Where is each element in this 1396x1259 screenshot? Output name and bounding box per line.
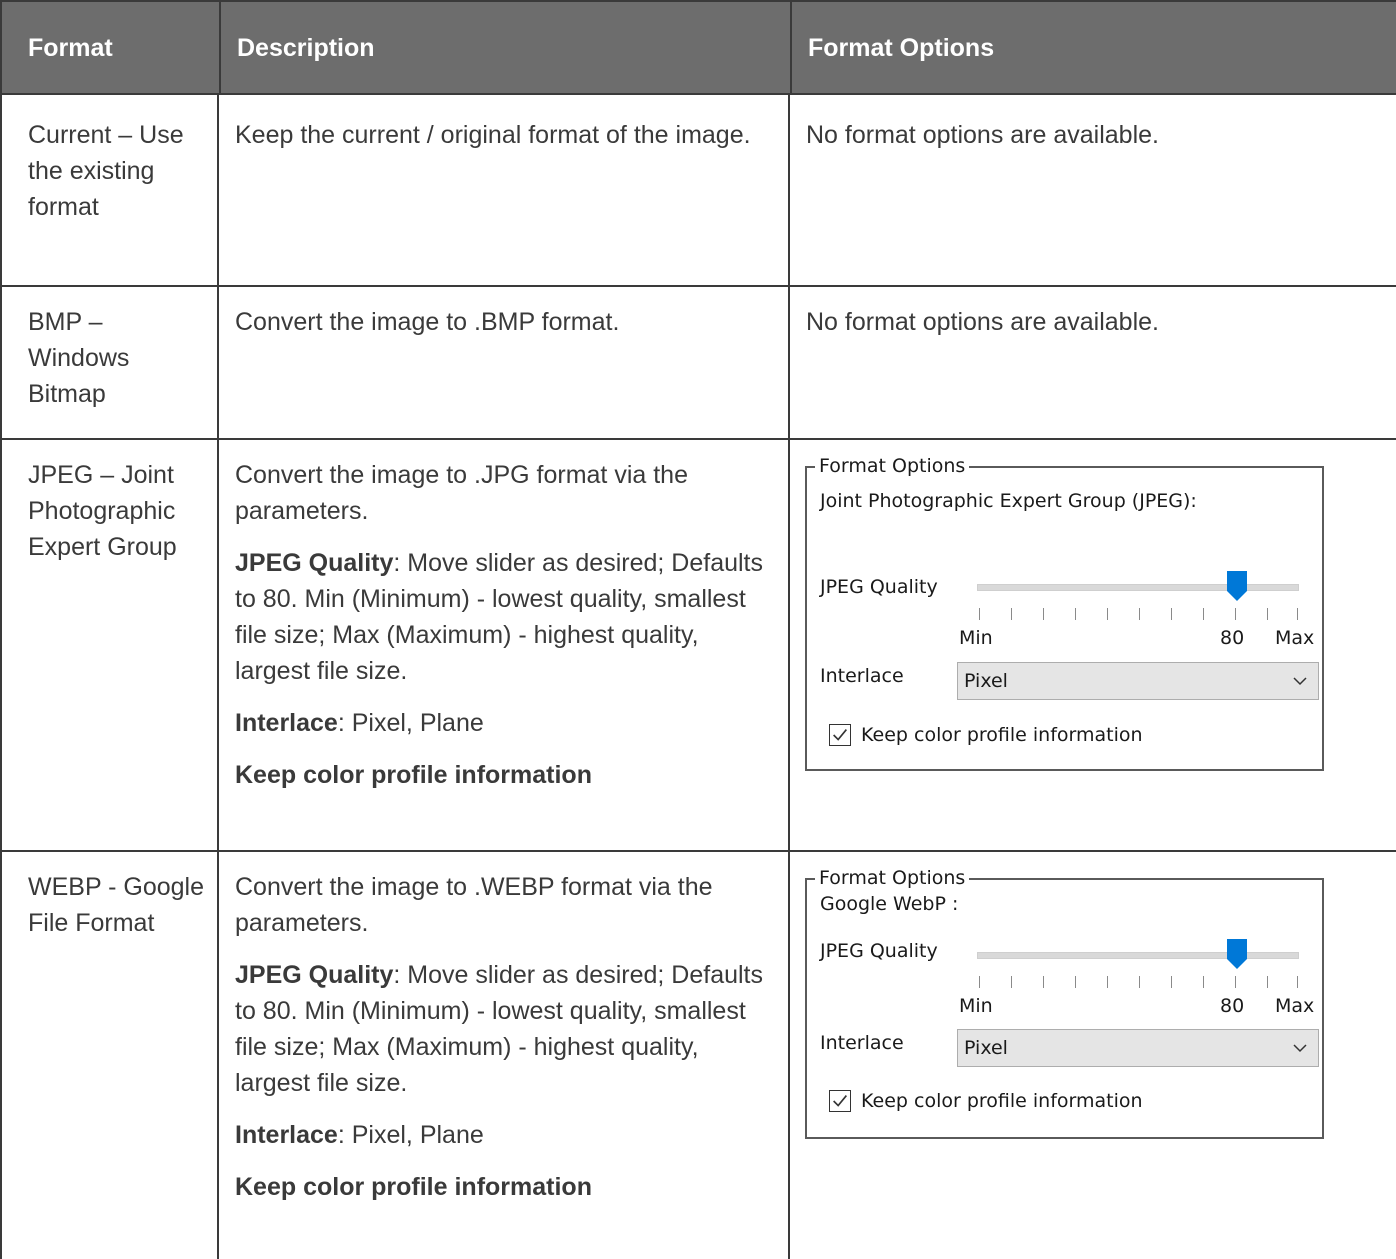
interlace-select-value: Pixel bbox=[964, 670, 1008, 692]
options-cell: No format options are available. bbox=[806, 308, 1159, 336]
format-cell: BMP – Windows Bitmap bbox=[28, 308, 130, 408]
interlace-label: Interlace bbox=[820, 1032, 904, 1054]
table-row: JPEG – Joint Photographic Expert Group C… bbox=[0, 438, 1396, 852]
jpeg-quality-label: JPEG Quality bbox=[820, 940, 938, 962]
description-cell: Convert the image to .WEBP format via th… bbox=[235, 869, 765, 1205]
format-options-panel: Format Options Google WebP : JPEG Qualit… bbox=[805, 866, 1324, 1139]
checkmark-icon bbox=[833, 1095, 847, 1107]
header-description: Description bbox=[237, 34, 375, 62]
table-row: WEBP - Google File Format Convert the im… bbox=[0, 850, 1396, 1259]
description-text: Convert the image to .WEBP format via th… bbox=[235, 873, 713, 937]
table-header-row: Format Description Format Options bbox=[0, 0, 1396, 95]
quality-note: JPEG Quality: Move slider as desired; De… bbox=[235, 545, 765, 689]
interlace-label: Interlace bbox=[820, 665, 904, 687]
panel-subtitle: Google WebP : bbox=[820, 893, 959, 915]
chevron-down-icon bbox=[1293, 677, 1307, 686]
interlace-select-value: Pixel bbox=[964, 1037, 1008, 1059]
options-cell: No format options are available. bbox=[806, 121, 1159, 149]
slider-min-label: Min bbox=[959, 627, 993, 649]
slider-max-label: Max bbox=[1275, 995, 1315, 1017]
interlace-select[interactable]: Pixel bbox=[957, 662, 1319, 700]
panel-legend: Format Options bbox=[815, 866, 970, 890]
format-options-panel: Format Options Joint Photographic Expert… bbox=[805, 454, 1324, 771]
format-cell: Current – Use the existing format bbox=[28, 121, 184, 221]
interlace-note-label: Interlace bbox=[235, 709, 338, 737]
jpeg-quality-slider-track[interactable] bbox=[977, 584, 1299, 591]
slider-value-label: 80 bbox=[1220, 995, 1245, 1017]
slider-min-label: Min bbox=[959, 995, 993, 1017]
checkmark-icon bbox=[833, 729, 847, 741]
table-row: BMP – Windows Bitmap Convert the image t… bbox=[0, 285, 1396, 440]
keep-color-profile-label: Keep color profile information bbox=[861, 1090, 1143, 1112]
format-cell: JPEG – Joint Photographic Expert Group bbox=[28, 461, 177, 561]
quality-note-label: JPEG Quality bbox=[235, 961, 394, 989]
jpeg-quality-slider-track[interactable] bbox=[977, 952, 1299, 959]
slider-max-label: Max bbox=[1275, 627, 1315, 649]
slider-ticks bbox=[979, 608, 1299, 622]
jpeg-quality-label: JPEG Quality bbox=[820, 576, 938, 598]
interlace-note-label: Interlace bbox=[235, 1121, 338, 1149]
panel-subtitle: Joint Photographic Expert Group (JPEG): bbox=[820, 490, 1197, 512]
header-format-options: Format Options bbox=[808, 34, 995, 62]
description-cell: Convert the image to .BMP format. bbox=[235, 308, 620, 336]
keep-color-profile-checkbox[interactable] bbox=[829, 1090, 851, 1112]
profile-note: Keep color profile information bbox=[235, 1173, 592, 1201]
table-row: Current – Use the existing format Keep t… bbox=[0, 93, 1396, 287]
format-table: Format Description Format Options Curren… bbox=[0, 0, 1396, 1259]
interlace-note-text: : Pixel, Plane bbox=[337, 1121, 484, 1149]
format-cell: WEBP - Google File Format bbox=[28, 873, 205, 937]
description-cell: Keep the current / original format of th… bbox=[235, 121, 751, 149]
interlace-note-text: : Pixel, Plane bbox=[337, 709, 484, 737]
header-format: Format bbox=[28, 34, 113, 62]
quality-note: JPEG Quality: Move slider as desired; De… bbox=[235, 957, 765, 1101]
description-text: Convert the image to .JPG format via the… bbox=[235, 461, 688, 525]
jpeg-quality-slider-thumb[interactable] bbox=[1227, 571, 1247, 601]
keep-color-profile-label: Keep color profile information bbox=[861, 724, 1143, 746]
profile-note: Keep color profile information bbox=[235, 761, 592, 789]
keep-color-profile-checkbox[interactable] bbox=[829, 724, 851, 746]
panel-legend: Format Options bbox=[815, 454, 970, 478]
description-cell: Convert the image to .JPG format via the… bbox=[235, 457, 765, 793]
slider-value-label: 80 bbox=[1220, 627, 1245, 649]
interlace-note: Interlace: Pixel, Plane bbox=[235, 1117, 765, 1153]
interlace-note: Interlace: Pixel, Plane bbox=[235, 705, 765, 741]
quality-note-label: JPEG Quality bbox=[235, 549, 394, 577]
slider-ticks bbox=[979, 976, 1299, 990]
jpeg-quality-slider-thumb[interactable] bbox=[1227, 939, 1247, 969]
interlace-select[interactable]: Pixel bbox=[957, 1029, 1319, 1067]
chevron-down-icon bbox=[1293, 1044, 1307, 1053]
